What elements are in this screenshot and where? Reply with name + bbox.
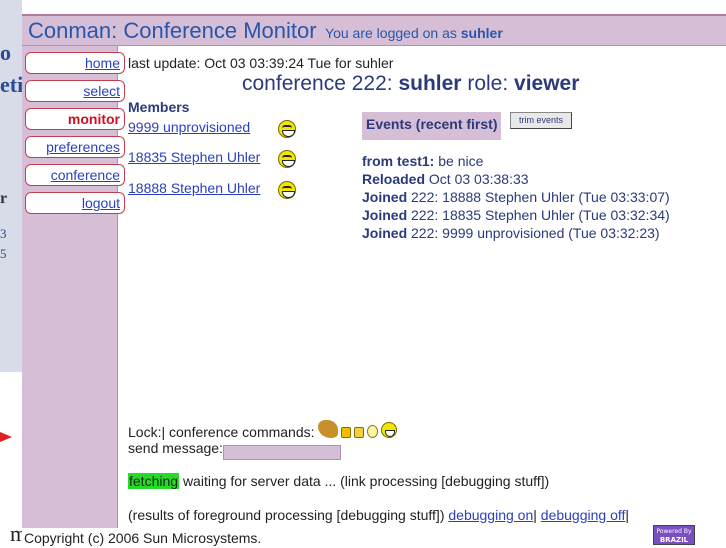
laugh-icon[interactable]	[381, 422, 398, 438]
nav-select[interactable]: select	[25, 80, 125, 102]
separator: |	[625, 507, 630, 523]
debugging-off-link[interactable]: debugging off	[541, 507, 626, 523]
bg-fragment: r	[0, 190, 8, 207]
logged-on-text: You are logged on as suhler	[325, 25, 503, 41]
nav-monitor[interactable]: monitor	[25, 108, 125, 130]
results-line: (results of foreground processing [debug…	[128, 507, 629, 523]
nav-logout[interactable]: logout	[25, 192, 125, 214]
member-link[interactable]: 18835 Stephen Uhler	[128, 149, 260, 165]
copyright: Copyright (c) 2006 Sun Microsystems.	[24, 530, 262, 546]
side-nav: home select monitor preferences conferen…	[22, 46, 125, 528]
trim-events-button[interactable]: trim events	[510, 112, 573, 129]
nav-conference[interactable]: conference	[25, 164, 125, 186]
bg-fragment: 5	[0, 246, 7, 261]
nav-home[interactable]: home	[25, 52, 125, 74]
app-title: Conman: Conference Monitor	[28, 18, 317, 43]
main-content: last update: Oct 03 03:39:24 Tue for suh…	[126, 46, 726, 528]
event-item: Reloaded Oct 03 03:38:33	[362, 171, 529, 187]
bg-fragment: 3	[0, 226, 7, 241]
events-heading: Events (recent first)	[362, 112, 502, 140]
members-heading: Members	[128, 99, 190, 115]
send-message-label: send message:	[128, 440, 223, 456]
command-line: Lock:| conference commands:	[128, 420, 400, 440]
powered-by-brazil-logo[interactable]: Powered By BRAZIL	[653, 525, 695, 545]
dragon-icon[interactable]	[318, 420, 339, 438]
fetching-badge: fetching	[128, 473, 180, 489]
conman-window: Conman: Conference Monitor You are logge…	[22, 14, 726, 548]
lightbulb-icon[interactable]	[367, 425, 379, 438]
event-item: Joined 222: 9999 unprovisioned (Tue 03:3…	[362, 225, 660, 241]
bg-fragment: eti	[0, 72, 24, 97]
conference-user: suhler	[398, 72, 462, 95]
unlock-icon[interactable]	[354, 427, 365, 438]
powered-by-line2: BRAZIL	[659, 536, 689, 544]
username: suhler	[460, 25, 503, 41]
separator: |	[533, 507, 537, 523]
title-bar: Conman: Conference Monitor You are logge…	[22, 16, 726, 46]
smiley-icon[interactable]	[278, 150, 296, 168]
event-item: Joined 222: 18888 Stephen Uhler (Tue 03:…	[362, 189, 670, 205]
send-message-row: send message:	[128, 440, 341, 460]
role-value: viewer	[514, 72, 580, 95]
conference-heading: conference 222: suhler role: viewer	[242, 72, 579, 96]
conference-prefix: conference 222:	[242, 72, 393, 95]
fetch-status: fetching waiting for server data ... (li…	[128, 473, 549, 489]
results-text: (results of foreground processing [debug…	[128, 507, 445, 523]
powered-by-line1: Powered By	[656, 528, 692, 535]
smiley-icon[interactable]	[278, 120, 296, 138]
fetch-status-text: waiting for server data ... (link proces…	[182, 473, 550, 489]
lock-label: Lock:|	[128, 424, 166, 440]
red-arrow-icon	[0, 432, 12, 442]
send-message-input[interactable]	[222, 444, 341, 460]
nav-preferences[interactable]: preferences	[25, 136, 125, 158]
conference-commands-label: conference commands:	[169, 424, 315, 440]
smiley-icon[interactable]	[278, 181, 296, 199]
role-label: role:	[467, 72, 509, 95]
event-item: Joined 222: 18835 Stephen Uhler (Tue 03:…	[362, 207, 670, 223]
lock-icon[interactable]	[341, 427, 352, 438]
last-update: last update: Oct 03 03:39:24 Tue for suh…	[128, 55, 394, 71]
debugging-on-link[interactable]: debugging on	[448, 507, 533, 523]
member-link[interactable]: 9999 unprovisioned	[128, 119, 250, 135]
event-item: from test1: be nice	[362, 153, 484, 169]
bg-fragment: o	[0, 40, 11, 65]
member-link[interactable]: 18888 Stephen Uhler	[128, 180, 260, 196]
